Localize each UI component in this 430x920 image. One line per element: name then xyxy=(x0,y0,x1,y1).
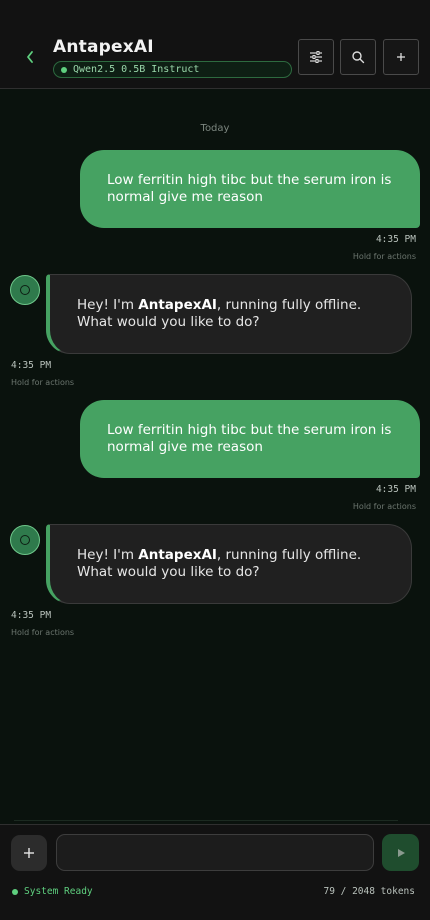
divider xyxy=(14,820,398,821)
bot-icon xyxy=(20,285,30,295)
status-text: System Ready xyxy=(24,886,93,897)
assistant-avatar xyxy=(10,525,40,555)
app-title: AntapexAI xyxy=(53,37,154,57)
assistant-message-bubble[interactable]: Hey! I'm AntapexAI, running fully offlin… xyxy=(46,274,412,354)
hold-hint: Hold for actions xyxy=(352,252,416,261)
search-icon xyxy=(352,51,365,64)
composer-bar: System Ready 79 / 2048 tokens xyxy=(0,824,430,920)
bot-icon xyxy=(20,535,30,545)
message-text-bold: AntapexAI xyxy=(138,547,217,563)
model-status-dot xyxy=(61,66,67,73)
message-timestamp: 4:35 PM xyxy=(11,610,52,621)
message-text-bold: AntapexAI xyxy=(138,297,217,313)
message-timestamp: 4:35 PM xyxy=(11,360,52,371)
message-text-prefix: Hey! I'm xyxy=(77,297,139,313)
message-input[interactable] xyxy=(56,834,374,871)
send-button[interactable] xyxy=(382,834,419,871)
message-text: Low ferritin high tibc but the serum iro… xyxy=(107,422,392,455)
attach-button[interactable] xyxy=(11,835,47,871)
hold-hint: Hold for actions xyxy=(352,502,416,511)
hold-hint: Hold for actions xyxy=(11,378,75,387)
model-selector[interactable]: Qwen2.5 0.5B Instruct xyxy=(53,61,292,78)
search-button[interactable] xyxy=(340,39,376,75)
settings-button[interactable] xyxy=(298,39,334,75)
system-status: System Ready xyxy=(12,886,93,897)
plus-icon xyxy=(397,53,405,61)
date-separator: Today xyxy=(200,123,230,134)
chat-header: AntapexAI Qwen2.5 0.5B Instruct xyxy=(0,0,430,89)
assistant-avatar xyxy=(10,275,40,305)
assistant-message-bubble[interactable]: Hey! I'm AntapexAI, running fully offlin… xyxy=(46,524,412,604)
token-counter: 79 / 2048 tokens xyxy=(323,886,415,897)
chevron-left-icon xyxy=(27,51,33,63)
message-timestamp: 4:35 PM xyxy=(375,234,416,245)
model-name: Qwen2.5 0.5B Instruct xyxy=(73,64,200,75)
status-dot xyxy=(12,888,18,895)
message-text-prefix: Hey! I'm xyxy=(77,547,139,563)
hold-hint: Hold for actions xyxy=(11,628,75,637)
plus-icon xyxy=(24,848,34,858)
message-text: Low ferritin high tibc but the serum iro… xyxy=(107,172,392,205)
new-chat-button[interactable] xyxy=(383,39,419,75)
send-icon xyxy=(397,848,405,857)
user-message-bubble[interactable]: Low ferritin high tibc but the serum iro… xyxy=(80,150,420,228)
sliders-icon xyxy=(310,51,322,63)
message-timestamp: 4:35 PM xyxy=(375,484,416,495)
back-button[interactable] xyxy=(20,47,40,67)
user-message-bubble[interactable]: Low ferritin high tibc but the serum iro… xyxy=(80,400,420,478)
